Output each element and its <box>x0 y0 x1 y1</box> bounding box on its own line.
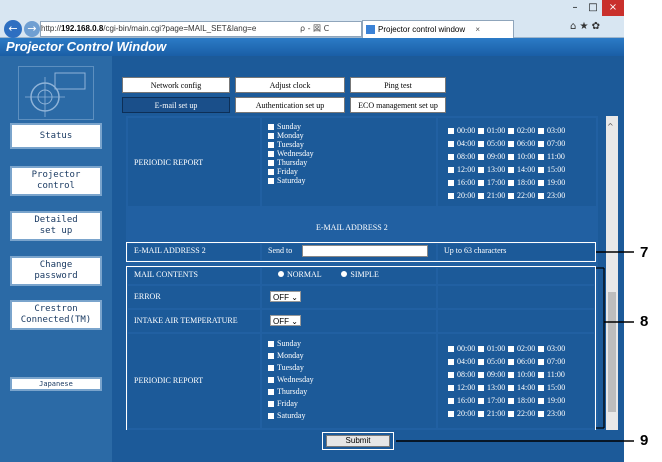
callout-lines <box>396 251 634 442</box>
callout-7: 7 <box>640 244 649 261</box>
callout-8: 8 <box>640 313 649 330</box>
callout-9: 9 <box>640 432 649 449</box>
